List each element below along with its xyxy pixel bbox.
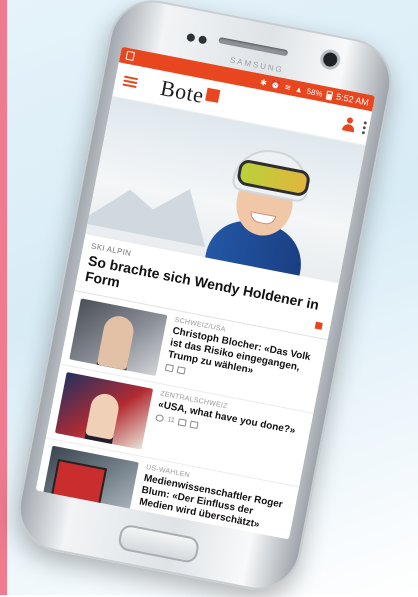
bluetooth-icon: ✱ bbox=[259, 77, 268, 88]
home-button[interactable] bbox=[116, 523, 201, 565]
video-icon bbox=[136, 511, 146, 520]
profile-icon[interactable] bbox=[342, 116, 356, 132]
battery-icon bbox=[325, 90, 334, 101]
signal-icon: ▲ bbox=[294, 83, 304, 95]
video-icon bbox=[164, 363, 175, 373]
gallery-icon bbox=[189, 420, 199, 430]
front-sensors bbox=[186, 28, 212, 45]
lead-story-badge bbox=[314, 321, 323, 330]
side-accent-strip bbox=[0, 0, 7, 595]
video-icon bbox=[177, 418, 188, 427]
article-thumbnail bbox=[40, 445, 139, 524]
comment-count: 11 bbox=[166, 416, 176, 425]
front-camera bbox=[322, 51, 339, 68]
notification-icon bbox=[125, 50, 136, 62]
menu-icon[interactable] bbox=[122, 75, 139, 89]
article-thumbnail bbox=[54, 372, 154, 450]
gallery-icon bbox=[176, 366, 186, 375]
more-options-icon[interactable] bbox=[361, 121, 368, 135]
alarm-icon: ⏰ bbox=[270, 79, 282, 91]
earpiece-speaker bbox=[218, 37, 289, 57]
battery-percent: 58% bbox=[305, 86, 324, 99]
article-thumbnail bbox=[69, 298, 168, 377]
wifi-icon: ≋ bbox=[283, 81, 293, 93]
logo-text: Bote bbox=[158, 74, 206, 108]
gallery-icon bbox=[147, 513, 158, 522]
logo-mark bbox=[204, 87, 221, 103]
mountain-backdrop bbox=[85, 163, 216, 247]
comment-icon bbox=[155, 413, 165, 423]
app-logo[interactable]: Bote bbox=[158, 74, 221, 112]
